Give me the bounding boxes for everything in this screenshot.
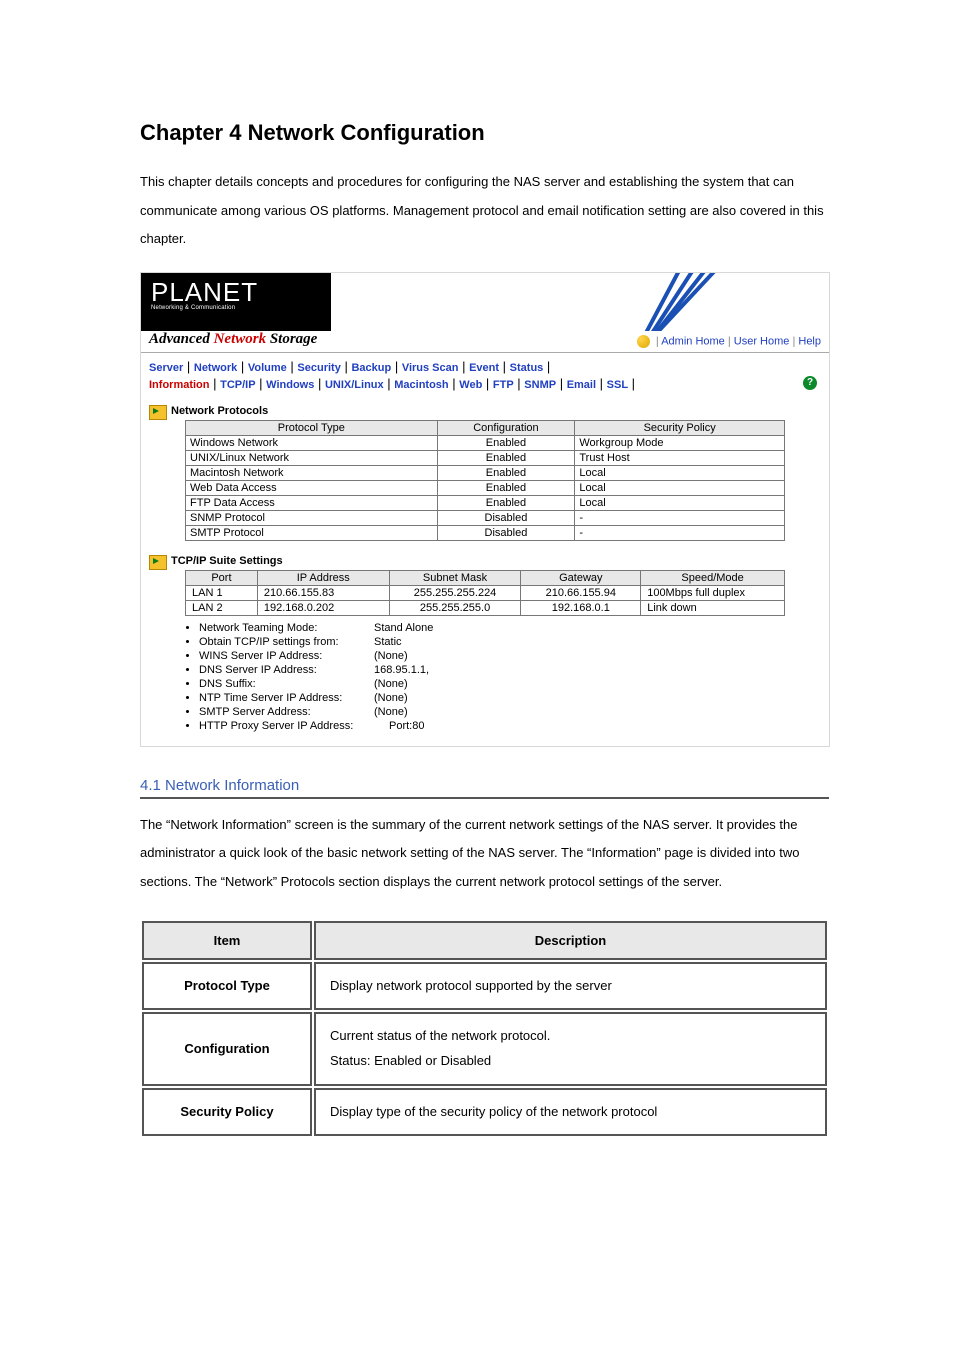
table-row: Port IP Address Subnet Mask Gateway Spee… [186, 570, 785, 585]
top-links: | Admin Home | User Home | Help [637, 335, 821, 348]
heading-rule [140, 797, 829, 799]
list-item: DNS Server IP Address:168.95.1.1, [199, 664, 821, 676]
subtab-macintosh[interactable]: Macintosh [394, 379, 448, 391]
product-title: Advanced Network Storage [149, 331, 317, 348]
subtab-unixlinux[interactable]: UNIX/Linux [325, 379, 384, 391]
context-help-icon[interactable]: ? [803, 376, 817, 390]
settings-list: Network Teaming Mode:Stand Alone Obtain … [185, 622, 821, 732]
subtab-snmp[interactable]: SNMP [524, 379, 556, 391]
secondary-tabs: Information | TCP/IP | Windows | UNIX/Li… [149, 376, 821, 391]
table-row: Web Data AccessEnabledLocal [186, 480, 785, 495]
table-row: Item Description [142, 921, 827, 960]
protocols-table: Protocol Type Configuration Security Pol… [185, 420, 785, 541]
table-row: LAN 2192.168.0.202255.255.255.0192.168.0… [186, 600, 785, 615]
table-row: Windows NetworkEnabledWorkgroup Mode [186, 435, 785, 450]
table-row: SNMP ProtocolDisabled- [186, 510, 785, 525]
table-row: Security Policy Display type of the secu… [142, 1088, 827, 1137]
tab-network[interactable]: Network [194, 362, 237, 374]
decorative-rays [609, 273, 829, 331]
app-screenshot: PLANET Networking & Communication Advanc… [140, 272, 830, 747]
product-bar: Advanced Network Storage | Admin Home | … [141, 331, 829, 353]
table-row: Macintosh NetworkEnabledLocal [186, 465, 785, 480]
tab-volume[interactable]: Volume [248, 362, 287, 374]
globe-icon [637, 335, 650, 348]
list-item: NTP Time Server IP Address:(None) [199, 692, 821, 704]
logo-text: PLANET [151, 277, 258, 308]
table-row: FTP Data AccessEnabledLocal [186, 495, 785, 510]
section-4-1-description: The “Network Information” screen is the … [140, 811, 829, 897]
main-tabs: Server | Network | Volume | Security | B… [149, 359, 821, 374]
table-row: SMTP ProtocolDisabled- [186, 525, 785, 540]
chapter-title: Chapter 4 Network Configuration [140, 120, 829, 146]
list-item: DNS Suffix:(None) [199, 678, 821, 690]
list-item: HTTP Proxy Server IP Address:Port:80 [199, 720, 821, 732]
subtab-tcpip[interactable]: TCP/IP [220, 379, 255, 391]
table-row: UNIX/Linux NetworkEnabledTrust Host [186, 450, 785, 465]
tcpip-table: Port IP Address Subnet Mask Gateway Spee… [185, 570, 785, 616]
intro-paragraph: This chapter details concepts and proced… [140, 168, 829, 254]
user-home-link[interactable]: User Home [734, 335, 790, 347]
brand-logo: PLANET Networking & Communication [151, 277, 258, 311]
table-row: Configuration Current status of the netw… [142, 1012, 827, 1085]
subtab-ssl[interactable]: SSL [607, 379, 628, 391]
list-item: SMTP Server Address:(None) [199, 706, 821, 718]
section-tcpip-settings: TCP/IP Suite Settings [171, 555, 821, 567]
admin-home-link[interactable]: Admin Home [661, 335, 725, 347]
subtab-windows[interactable]: Windows [266, 379, 314, 391]
tab-backup[interactable]: Backup [351, 362, 391, 374]
tab-security[interactable]: Security [297, 362, 340, 374]
section-4-1-heading: 4.1 Network Information [140, 777, 829, 794]
subtab-ftp[interactable]: FTP [493, 379, 514, 391]
table-row: Protocol Type Display network protocol s… [142, 962, 827, 1011]
subtab-information[interactable]: Information [149, 379, 210, 391]
subtab-email[interactable]: Email [567, 379, 596, 391]
section-network-protocols: Network Protocols [171, 405, 821, 417]
list-item: Obtain TCP/IP settings from:Static [199, 636, 821, 648]
app-header: PLANET Networking & Communication [141, 273, 829, 331]
tab-virusscan[interactable]: Virus Scan [402, 362, 459, 374]
tab-status[interactable]: Status [510, 362, 544, 374]
help-link[interactable]: Help [798, 335, 821, 347]
item-description-table: Item Description Protocol Type Display n… [140, 919, 829, 1139]
list-item: Network Teaming Mode:Stand Alone [199, 622, 821, 634]
table-row: Protocol Type Configuration Security Pol… [186, 420, 785, 435]
subtab-web[interactable]: Web [459, 379, 482, 391]
table-row: LAN 1210.66.155.83255.255.255.224210.66.… [186, 585, 785, 600]
tab-server[interactable]: Server [149, 362, 183, 374]
tab-event[interactable]: Event [469, 362, 499, 374]
list-item: WINS Server IP Address:(None) [199, 650, 821, 662]
